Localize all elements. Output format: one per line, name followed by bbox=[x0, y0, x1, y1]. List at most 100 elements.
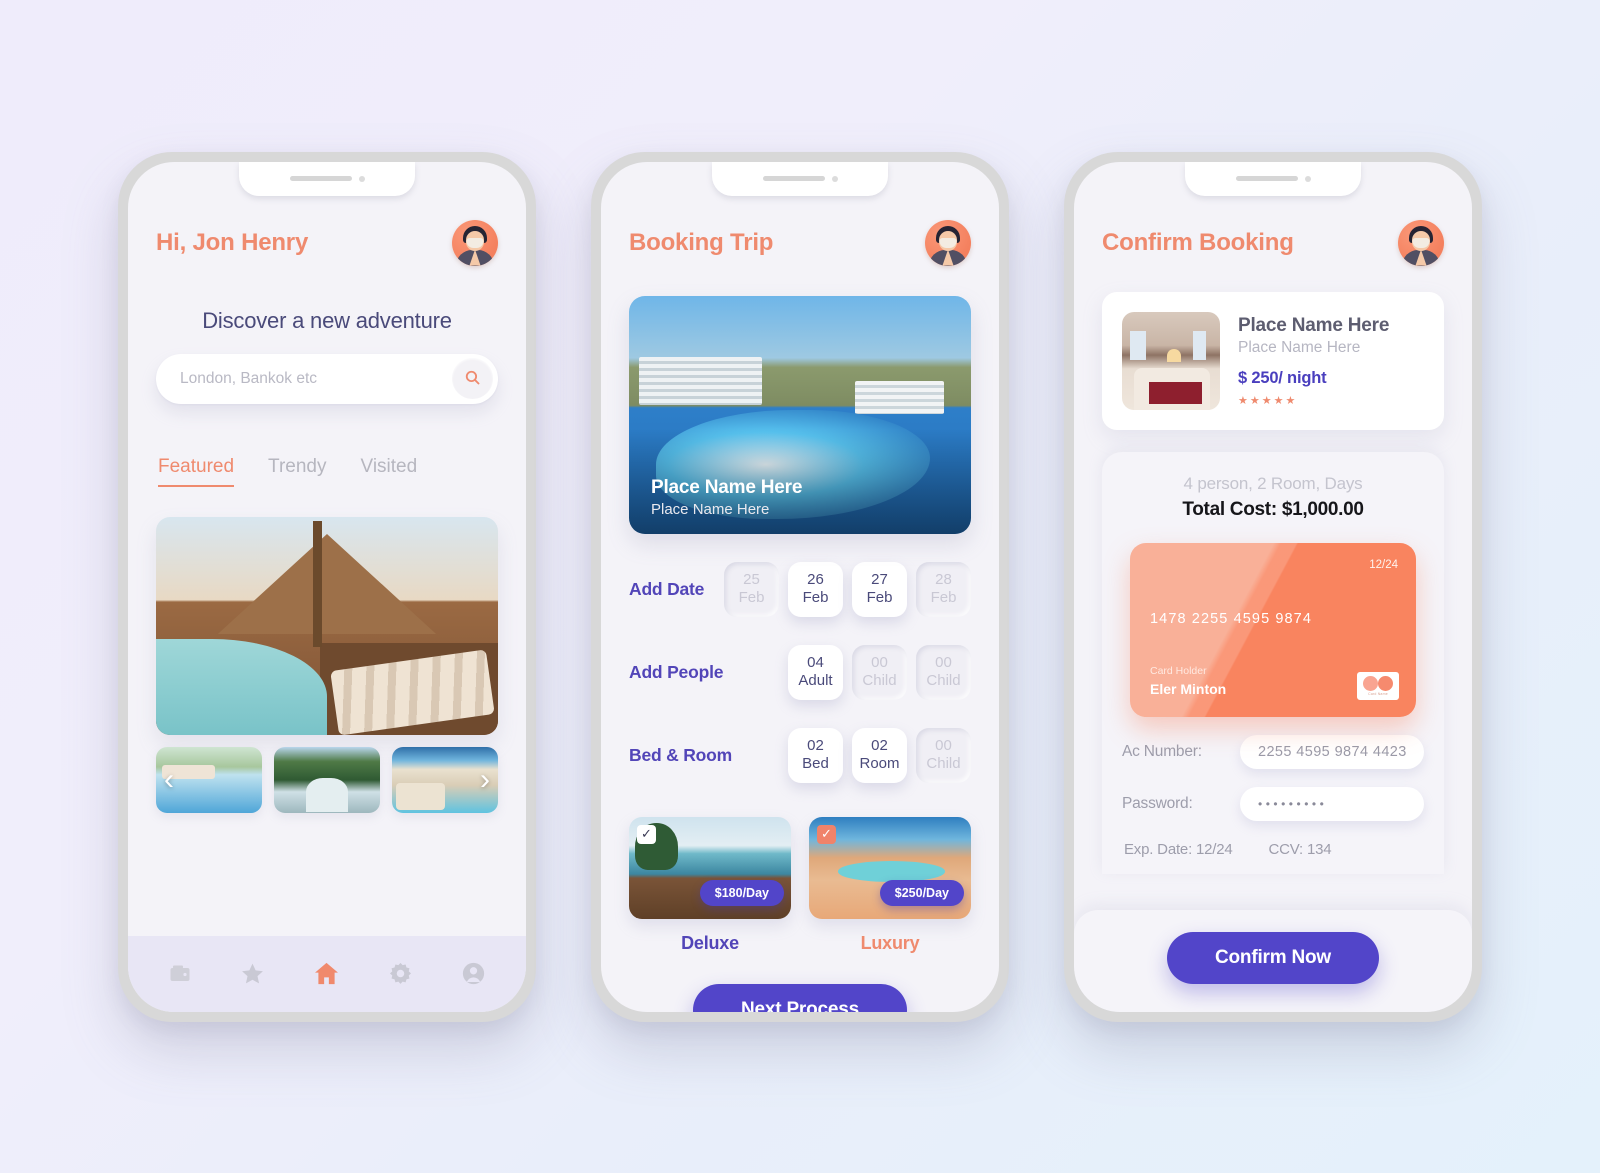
bedroom-chip-child[interactable]: 00 Child bbox=[916, 727, 971, 783]
speaker-grille bbox=[1235, 176, 1298, 181]
home-tagline: Discover a new adventure bbox=[202, 307, 452, 333]
summary-total-cost: Total Cost: $1,000.00 bbox=[1182, 498, 1364, 520]
chip-unit: Child bbox=[926, 755, 961, 772]
photo-lamp bbox=[1167, 348, 1181, 363]
home-header: Hi, Jon Henry bbox=[156, 219, 498, 266]
date-chip-28feb[interactable]: 28 Feb bbox=[916, 561, 971, 617]
chip-value: 00 bbox=[935, 737, 952, 755]
featured-hero-image[interactable] bbox=[156, 516, 498, 735]
avatar[interactable] bbox=[452, 219, 498, 266]
checkbox-deluxe[interactable]: ✓ bbox=[637, 824, 656, 844]
carousel-prev-icon[interactable]: ‹ bbox=[164, 764, 174, 795]
chip-unit: Room bbox=[859, 755, 900, 772]
front-camera-dot bbox=[1304, 175, 1311, 182]
gear-icon[interactable] bbox=[388, 961, 413, 986]
chip-value: 02 bbox=[871, 737, 888, 755]
place-name: Place Name Here bbox=[1238, 314, 1390, 336]
room-option-deluxe[interactable]: ✓ $180/Day Deluxe bbox=[629, 816, 791, 954]
phone-home: Hi, Jon Henry Discover a new adventure L… bbox=[118, 151, 536, 1022]
chip-value: 00 bbox=[871, 654, 888, 672]
room-image-deluxe[interactable]: ✓ $180/Day bbox=[629, 816, 791, 919]
credit-card[interactable]: 12/24 1478 2255 4595 9874 Card Holder El… bbox=[1130, 542, 1416, 717]
card-expiry: 12/24 bbox=[1369, 558, 1398, 571]
room-chip[interactable]: 02 Room bbox=[852, 727, 907, 783]
bedroom-photo bbox=[1122, 311, 1220, 410]
place-thumbnail bbox=[1122, 311, 1220, 410]
thumbnail-carousel: ‹ › bbox=[156, 746, 498, 813]
chip-value: 28 bbox=[935, 571, 952, 589]
row-bed-room: Bed & Room 02 Bed 02 Room 00 Child bbox=[629, 727, 971, 783]
chip-value: 26 bbox=[807, 571, 824, 589]
password-field[interactable] bbox=[1240, 786, 1424, 821]
room-image-luxury[interactable]: ✓ $250/Day bbox=[809, 816, 971, 919]
page-title: Confirm Booking bbox=[1102, 228, 1294, 256]
confirm-screen: Confirm Booking Place Name Here Place Na… bbox=[1074, 161, 1472, 1012]
resort-photo bbox=[156, 516, 498, 735]
tab-featured[interactable]: Featured bbox=[158, 456, 235, 487]
confirm-header: Confirm Booking bbox=[1102, 219, 1444, 266]
price-badge-deluxe: $180/Day bbox=[699, 879, 784, 906]
chip-unit: Feb bbox=[930, 589, 957, 606]
mastercard-logo-icon: Card Name bbox=[1357, 671, 1399, 700]
booking-screen: Booking Trip Place Name Here Place Name … bbox=[601, 161, 999, 1012]
category-tabs: Featured Trendy Visited bbox=[156, 456, 498, 487]
tab-visited[interactable]: Visited bbox=[360, 456, 417, 487]
chip-unit: Child bbox=[926, 672, 961, 689]
search-bar[interactable] bbox=[156, 353, 498, 404]
date-chip-26feb[interactable]: 26 Feb bbox=[788, 561, 843, 617]
next-process-button[interactable]: Next Process bbox=[692, 983, 907, 1012]
photo-hotel-block bbox=[639, 357, 763, 405]
carousel-next-icon[interactable]: › bbox=[480, 764, 490, 795]
checkbox-luxury[interactable]: ✓ bbox=[817, 824, 836, 844]
people-chip-child-1[interactable]: 00 Child bbox=[852, 644, 907, 700]
password-input[interactable] bbox=[1258, 796, 1406, 811]
greeting-title: Hi, Jon Henry bbox=[156, 228, 309, 256]
confirm-action-panel: Confirm Now bbox=[1074, 909, 1472, 1012]
logo-circle-left bbox=[1363, 675, 1378, 691]
thumbnail-photo-river bbox=[274, 746, 380, 813]
hero-place-name: Place Name Here bbox=[651, 476, 803, 498]
password-row: Password: bbox=[1122, 786, 1424, 821]
avatar[interactable] bbox=[1398, 219, 1444, 266]
confirm-now-button[interactable]: Confirm Now bbox=[1166, 931, 1379, 984]
chip-value: 04 bbox=[807, 654, 824, 672]
search-button[interactable] bbox=[452, 358, 493, 399]
wallet-icon[interactable] bbox=[168, 962, 192, 986]
place-subtitle: Place Name Here bbox=[1238, 338, 1361, 356]
photo-window-left bbox=[1129, 331, 1146, 361]
people-chip-child-2[interactable]: 00 Child bbox=[916, 644, 971, 700]
trip-hero-image[interactable]: Place Name Here Place Name Here bbox=[629, 295, 971, 534]
ac-number-field[interactable] bbox=[1240, 734, 1424, 769]
bed-chip[interactable]: 02 Bed bbox=[788, 727, 843, 783]
date-chip-25feb[interactable]: 25 Feb bbox=[724, 561, 779, 617]
hero-place-subtitle: Place Name Here bbox=[651, 500, 770, 518]
room-option-luxury[interactable]: ✓ $250/Day Luxury bbox=[809, 816, 971, 954]
front-camera-dot bbox=[831, 175, 838, 182]
phone-notch bbox=[1185, 161, 1361, 196]
tab-trendy[interactable]: Trendy bbox=[268, 456, 326, 487]
card-holder-name: Eler Minton bbox=[1150, 680, 1227, 697]
booked-place-card[interactable]: Place Name Here Place Name Here $ 250/ n… bbox=[1102, 291, 1444, 430]
card-number: 1478 2255 4595 9874 bbox=[1150, 610, 1313, 627]
date-chip-27feb[interactable]: 27 Feb bbox=[852, 561, 907, 617]
ac-number-row: Ac Number: bbox=[1122, 734, 1424, 769]
chip-unit: Feb bbox=[802, 589, 829, 606]
chip-unit: Adult bbox=[798, 672, 833, 689]
people-chip-adult[interactable]: 04 Adult bbox=[788, 644, 843, 700]
ac-number-input[interactable] bbox=[1258, 743, 1406, 760]
chip-value: 02 bbox=[807, 737, 824, 755]
search-input[interactable] bbox=[180, 369, 452, 388]
profile-icon[interactable] bbox=[461, 961, 486, 986]
row-add-date: Add Date 25 Feb 26 Feb 27 Feb 28 Feb bbox=[629, 561, 971, 617]
star-icon[interactable] bbox=[240, 961, 265, 986]
thumbnail-2[interactable] bbox=[274, 746, 380, 813]
chip-value: 25 bbox=[743, 571, 760, 589]
avatar[interactable] bbox=[925, 219, 971, 266]
home-icon[interactable] bbox=[313, 960, 340, 987]
card-brand-label: Card Name bbox=[1368, 691, 1388, 696]
exp-date-text: Exp. Date: 12/24 bbox=[1124, 840, 1233, 858]
phone-mockup-stage: Hi, Jon Henry Discover a new adventure L… bbox=[0, 0, 1600, 1173]
people-chip-group: 04 Adult 00 Child 00 Child bbox=[788, 644, 971, 700]
summary-details: 4 person, 2 Room, Days bbox=[1183, 473, 1363, 493]
logo-circle-right bbox=[1378, 675, 1393, 691]
